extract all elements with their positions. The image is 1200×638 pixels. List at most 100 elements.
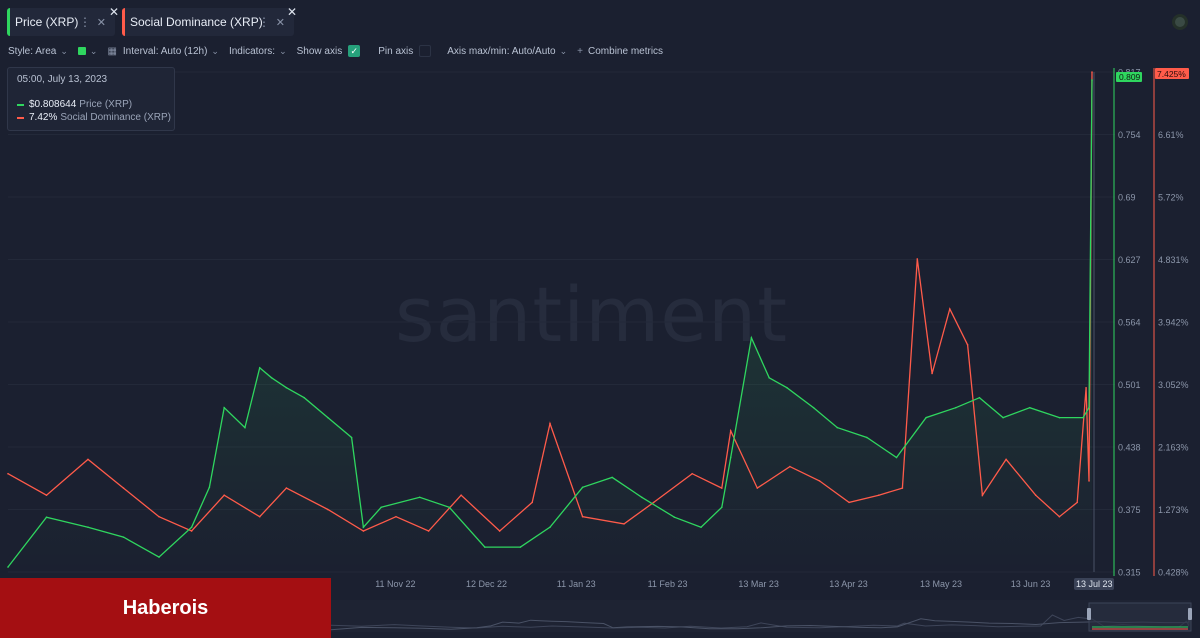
tooltip-price-row: $0.808644 Price (XRP) — [17, 99, 132, 110]
price-point — [122, 536, 125, 538]
brand-banner: Haberois — [0, 578, 331, 638]
checkbox-empty-icon[interactable] — [419, 45, 432, 57]
price-point — [720, 506, 723, 509]
price-point — [380, 506, 382, 509]
sd-point — [7, 472, 9, 475]
sd-point — [158, 515, 160, 518]
y-left-tick-label: 0.754 — [1118, 130, 1141, 140]
sd-point — [1076, 501, 1078, 504]
sd-value-badge-label: 7.425% — [1157, 69, 1186, 79]
more-icon[interactable]: ⋮ — [79, 15, 91, 29]
price-point — [1029, 406, 1031, 409]
remove-icon[interactable]: ✕ — [276, 16, 285, 29]
checkbox-checked-icon[interactable]: ✓ — [348, 45, 361, 57]
y-right-tick-label: 4.831% — [1158, 255, 1189, 265]
price-point — [285, 386, 288, 389]
navigator-bg — [331, 600, 1191, 632]
sd-point — [916, 258, 919, 260]
price-legend-mark — [17, 103, 24, 106]
x-tick-label: 13 Mar 23 — [738, 579, 779, 589]
chevron-down-icon: ⌄ — [211, 45, 219, 56]
chevron-down-icon: ⌄ — [559, 45, 568, 56]
price-point — [190, 526, 193, 528]
y-right-tick-label: 2.163% — [1158, 443, 1189, 453]
tab-price[interactable]: Price (XRP) ⋮ ✕ — [7, 8, 115, 36]
sd-point — [756, 487, 759, 489]
y-right-tick-label: 3.052% — [1158, 380, 1189, 390]
price-point — [87, 526, 89, 528]
price-point — [418, 496, 421, 499]
price-value-badge — [1116, 72, 1142, 82]
color-select[interactable]: ⌄ — [77, 45, 98, 57]
pin-axis-toggle[interactable]: Pin axis — [378, 45, 432, 57]
price-point — [45, 516, 48, 519]
y-left-tick-label: 0.375 — [1118, 505, 1141, 515]
price-value-badge-label: 0.809 — [1119, 72, 1141, 82]
navigator-sd-line — [330, 605, 1192, 629]
sd-point — [122, 487, 125, 489]
y-right-tick-label: 3.942% — [1158, 318, 1189, 328]
pin-axis-label: Pin axis — [378, 45, 414, 57]
tab-price-color — [7, 8, 10, 36]
sd-point — [1088, 480, 1090, 482]
sd-point — [190, 530, 193, 532]
indicators-label: Indicators: — [228, 45, 276, 57]
sd-point — [691, 472, 693, 475]
sd-point — [981, 494, 984, 497]
end-date-badge — [1074, 578, 1114, 590]
y-right-tick-label: 5.72% — [1158, 193, 1184, 203]
sd-point — [652, 501, 655, 504]
close-icon[interactable]: ✕ — [109, 5, 119, 19]
axis-maxmin-select[interactable]: Axis max/min: Auto/Auto ⌄ — [447, 46, 567, 57]
price-point — [581, 486, 584, 489]
sd-point — [460, 494, 462, 497]
combine-label: Combine metrics — [588, 45, 664, 57]
sd-point — [581, 515, 584, 518]
indicators-select[interactable]: Indicators: ⌄ — [229, 46, 287, 57]
tab-social-dominance[interactable]: Social Dominance (XRP) ⋮ ✕ — [122, 8, 294, 36]
price-point — [362, 526, 365, 528]
show-axis-label: Show axis — [296, 45, 343, 57]
tooltip-sd-name: Social Dominance (XRP) — [60, 112, 171, 123]
price-point — [641, 496, 643, 499]
style-select[interactable]: Style: Area ⌄ — [8, 46, 68, 57]
remove-icon[interactable]: ✕ — [97, 16, 106, 29]
more-icon[interactable]: ⋮ — [258, 15, 270, 29]
tab-sd-color — [122, 8, 125, 36]
sd-point — [901, 487, 904, 489]
sd-point — [789, 465, 791, 468]
price-point — [327, 416, 329, 419]
sd-point — [949, 308, 951, 310]
sd-point — [931, 372, 933, 375]
price-point — [673, 516, 676, 519]
x-tick-label: 11 Jan 23 — [557, 579, 596, 589]
price-point — [1091, 79, 1093, 81]
tooltip-price-value: $0.808644 — [29, 99, 77, 110]
close-icon[interactable]: ✕ — [287, 5, 297, 19]
sd-point — [848, 501, 850, 504]
sd-point — [623, 523, 625, 525]
x-tick-label: 13 Jun 23 — [1011, 579, 1051, 589]
chevron-down-icon: ⌄ — [89, 45, 98, 56]
y-right-tick-label: 1.273% — [1158, 505, 1189, 515]
y-left-tick-label: 0.501 — [1118, 380, 1141, 390]
sd-point — [549, 422, 551, 425]
price-point — [1082, 416, 1084, 419]
sd-point — [877, 494, 880, 497]
price-point — [1088, 406, 1090, 409]
combine-metrics-button[interactable]: + Combine metrics — [577, 46, 663, 57]
x-tick-label: 11 Nov 22 — [375, 579, 415, 589]
price-point — [549, 526, 551, 528]
sd-point — [362, 530, 365, 532]
price-point — [954, 406, 957, 409]
price-point — [258, 367, 261, 369]
interval-select[interactable]: ▦ Interval: Auto (12h) ⌄ — [107, 46, 219, 57]
tab-price-label: Price (XRP) — [15, 15, 79, 29]
x-tick-label: 11 Feb 23 — [648, 579, 688, 589]
price-point — [700, 526, 702, 528]
show-axis-toggle[interactable]: Show axis ✓ — [297, 45, 361, 57]
sd-point — [45, 494, 48, 497]
sd-point — [1085, 386, 1087, 389]
price-point — [7, 566, 9, 568]
price-point — [768, 376, 770, 379]
